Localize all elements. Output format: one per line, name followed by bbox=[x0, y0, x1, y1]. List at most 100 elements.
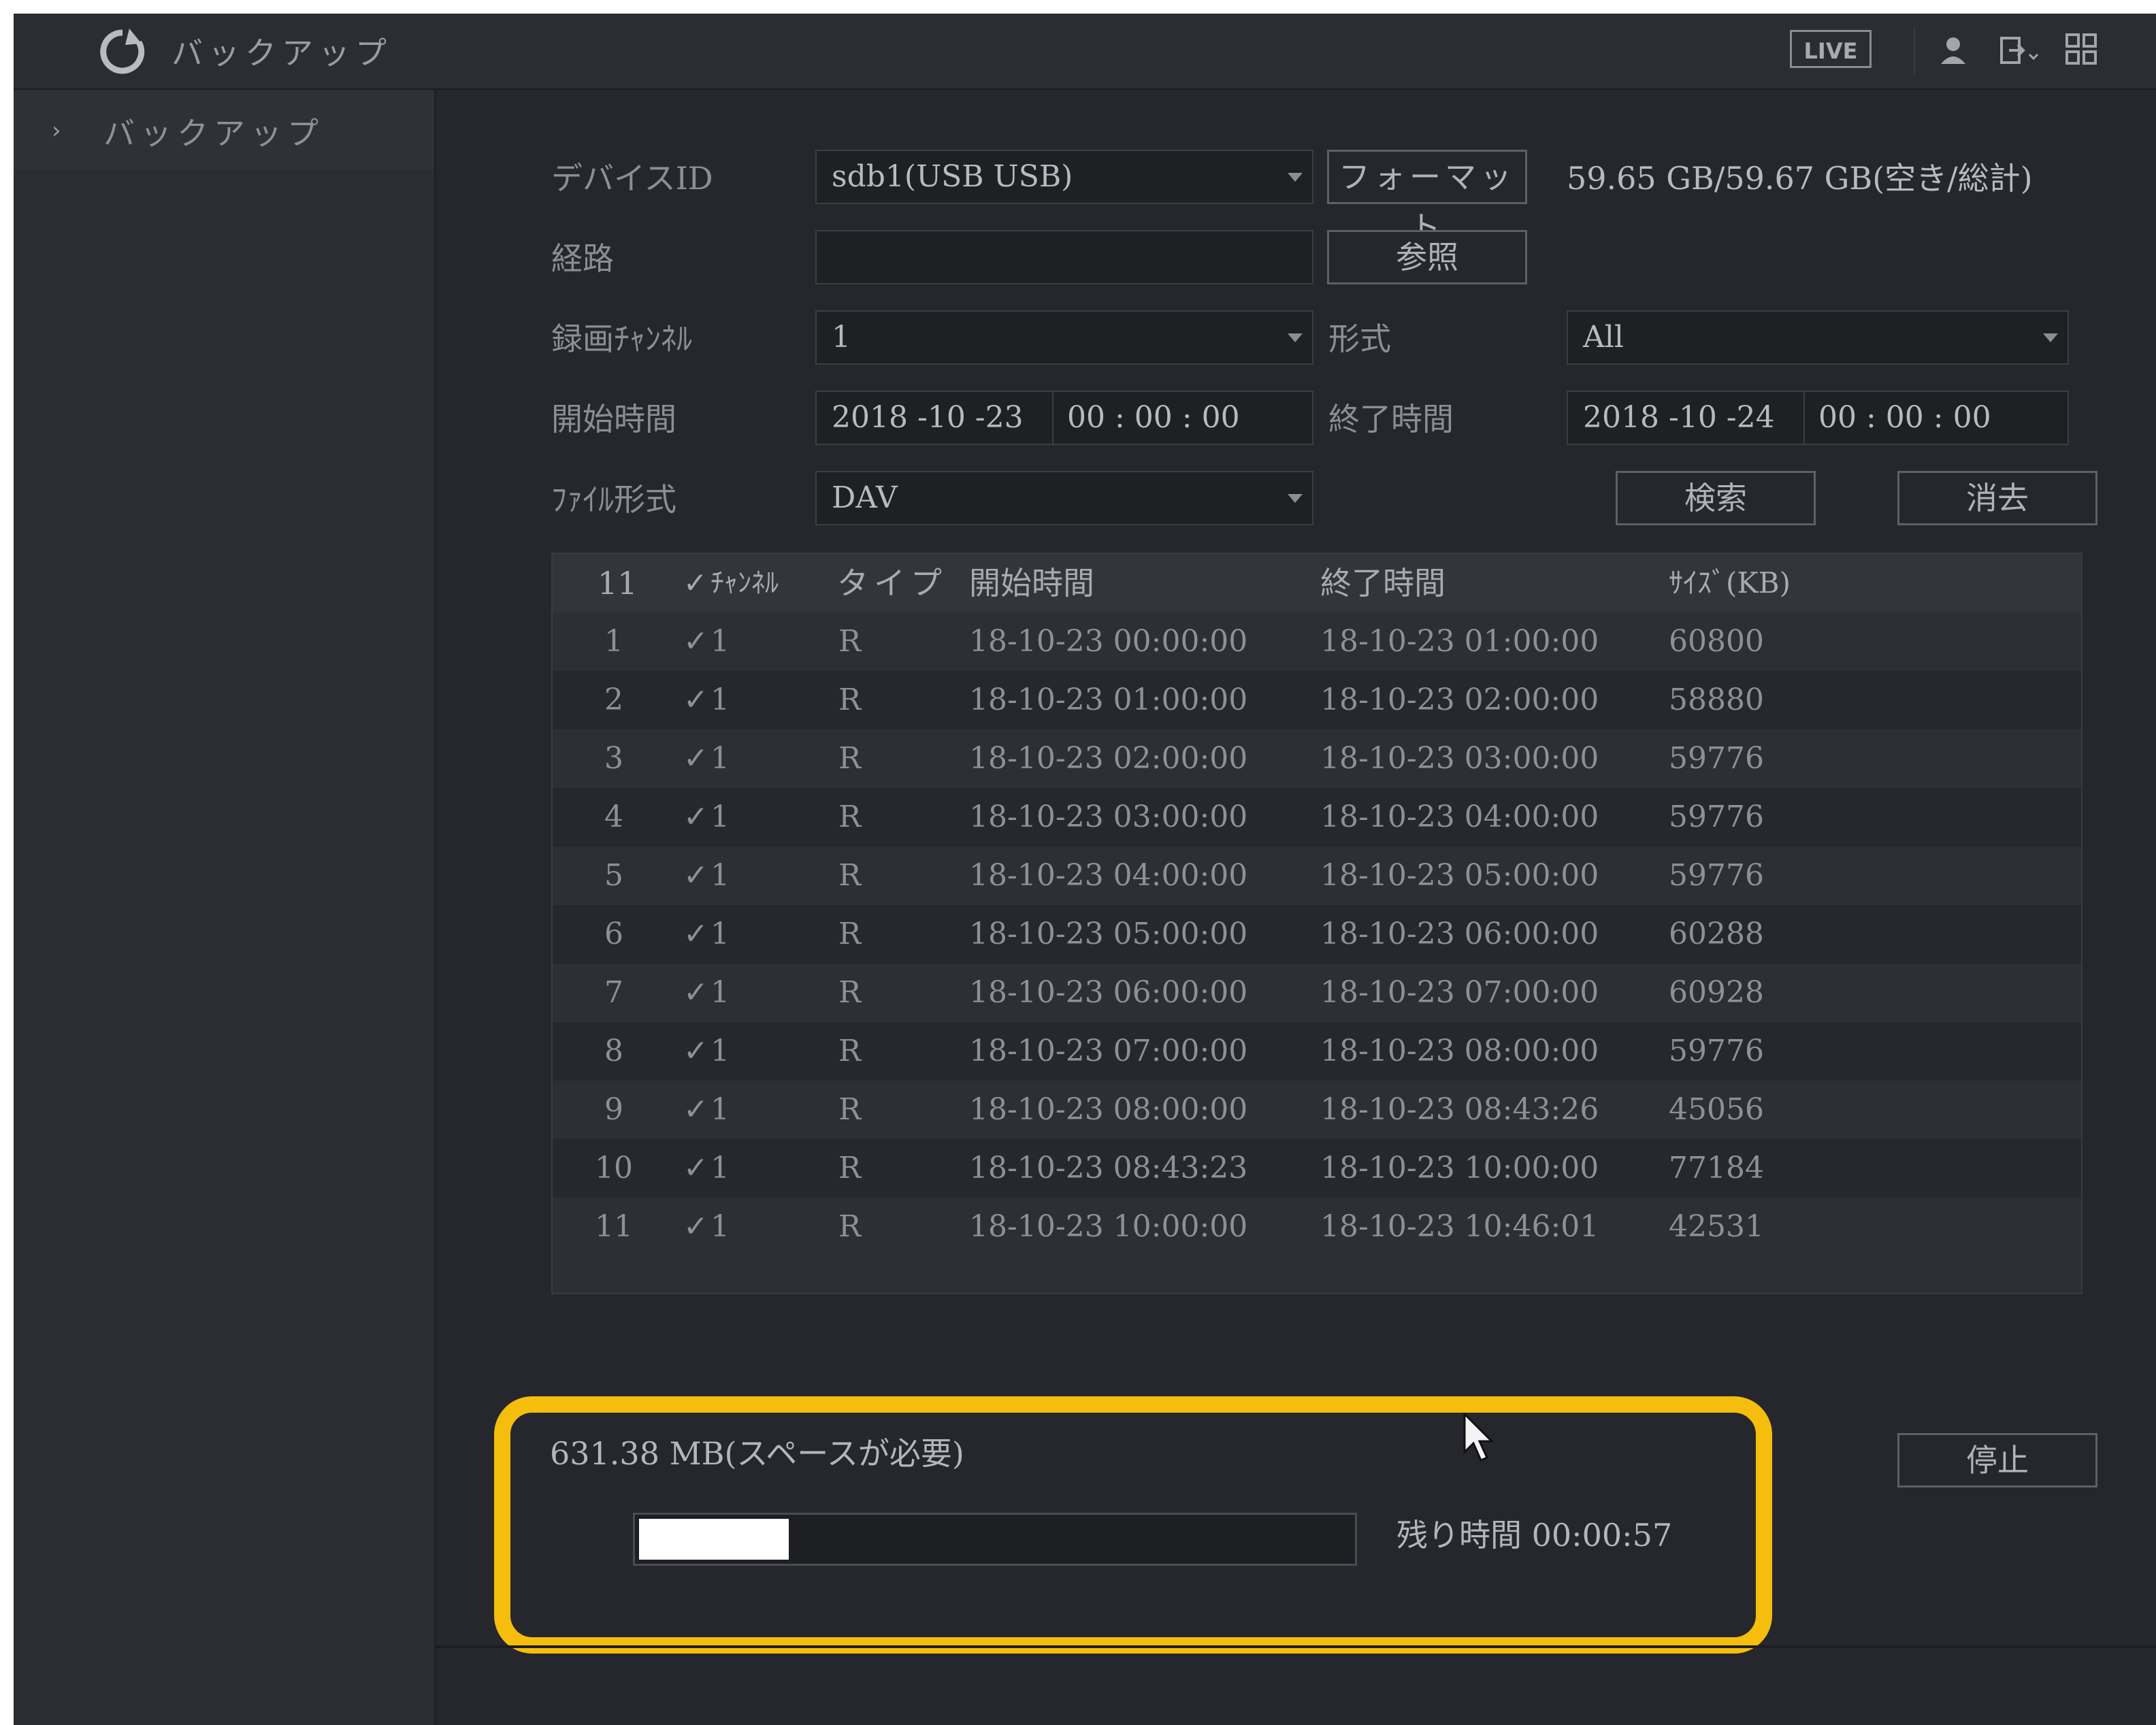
row-number: 5 bbox=[604, 858, 623, 893]
row-end-time: 18-10-23 10:46:01 bbox=[1320, 1209, 1599, 1244]
start-time-value[interactable]: 00 : 00 : 00 bbox=[1067, 392, 1240, 444]
row-end-time: 18-10-23 03:00:00 bbox=[1320, 741, 1599, 776]
user-icon[interactable] bbox=[1938, 35, 1968, 65]
header-channel: ﾁｬﾝﾈﾙ bbox=[710, 568, 779, 599]
row-type: R bbox=[838, 1034, 862, 1068]
row-number: 11 bbox=[595, 1209, 633, 1244]
row-number: 10 bbox=[595, 1151, 633, 1185]
row-type: R bbox=[838, 1209, 862, 1244]
row-end-time: 18-10-23 05:00:00 bbox=[1320, 858, 1599, 893]
device-id-label: デバイスID bbox=[551, 160, 713, 197]
file-format-select[interactable]: DAV bbox=[815, 471, 1313, 525]
channel-select[interactable]: 1 bbox=[815, 310, 1313, 365]
row-number: 2 bbox=[604, 683, 623, 717]
field-divider bbox=[1803, 392, 1805, 444]
row-size: 60928 bbox=[1669, 975, 1764, 1010]
end-time-value[interactable]: 00 : 00 : 00 bbox=[1818, 392, 1991, 444]
row-size: 60288 bbox=[1669, 917, 1764, 951]
table-row[interactable]: 4 ✓ 1 R 18-10-23 03:00:00 18-10-23 04:00:00 59… bbox=[553, 788, 2081, 847]
header-size: ｻｲｽﾞ(KB) bbox=[1669, 566, 1791, 599]
row-end-time: 18-10-23 06:00:00 bbox=[1320, 917, 1599, 951]
row-start-time: 18-10-23 05:00:00 bbox=[969, 917, 1248, 951]
bottom-divider bbox=[436, 1645, 2156, 1648]
table-row[interactable]: 8 ✓ 1 R 18-10-23 07:00:00 18-10-23 08:00:00 59… bbox=[553, 1022, 2081, 1081]
format-button[interactable]: フォーマット bbox=[1327, 150, 1527, 246]
table-row[interactable]: 9 ✓ 1 R 18-10-23 08:00:00 18-10-23 08:43:26 45… bbox=[553, 1081, 2081, 1139]
start-datetime-input[interactable]: 2018 -10 -23 00 : 00 : 00 bbox=[815, 391, 1313, 445]
type-select[interactable]: All bbox=[1567, 310, 2069, 365]
row-end-time: 18-10-23 10:00:00 bbox=[1320, 1151, 1599, 1185]
checkbox-checked-icon[interactable]: ✓ bbox=[683, 905, 708, 964]
table-row[interactable]: 2 ✓ 1 R 18-10-23 01:00:00 18-10-23 02:00:00 58… bbox=[553, 671, 2081, 729]
checkbox-checked-icon[interactable]: ✓ bbox=[683, 1139, 708, 1198]
clear-button[interactable]: 消去 bbox=[1897, 471, 2097, 525]
table-row[interactable]: 1 ✓ 1 R 18-10-23 00:00:00 18-10-23 01:00:00 60… bbox=[553, 612, 2081, 671]
checkbox-checked-icon[interactable]: ✓ bbox=[683, 612, 708, 671]
end-date-value[interactable]: 2018 -10 -24 bbox=[1583, 392, 1775, 444]
row-channel: 1 bbox=[710, 683, 730, 717]
row-channel: 1 bbox=[710, 624, 730, 659]
row-channel: 1 bbox=[710, 741, 730, 776]
grid-icon[interactable] bbox=[2065, 33, 2097, 67]
checkbox-checked-icon[interactable]: ✓ bbox=[683, 729, 708, 788]
sidebar-item-backup[interactable]: › バックアップ bbox=[14, 90, 434, 170]
row-number: 9 bbox=[604, 1092, 623, 1127]
device-id-value: sdb1(USB USB) bbox=[832, 159, 1073, 194]
row-type: R bbox=[838, 858, 862, 893]
path-input[interactable] bbox=[815, 230, 1313, 284]
row-end-time: 18-10-23 08:43:26 bbox=[1320, 1092, 1599, 1127]
row-size: 58880 bbox=[1669, 683, 1764, 717]
highlight-frame bbox=[494, 1396, 1772, 1654]
row-number: 3 bbox=[604, 741, 623, 776]
row-type: R bbox=[838, 1092, 862, 1127]
row-end-time: 18-10-23 02:00:00 bbox=[1320, 683, 1599, 717]
header-end-time: 終了時間 bbox=[1320, 565, 1446, 602]
row-start-time: 18-10-23 08:43:23 bbox=[969, 1151, 1248, 1185]
row-channel: 1 bbox=[710, 800, 730, 834]
row-start-time: 18-10-23 07:00:00 bbox=[969, 1034, 1248, 1068]
end-datetime-input[interactable]: 2018 -10 -24 00 : 00 : 00 bbox=[1567, 391, 2069, 445]
dropdown-caret-icon bbox=[1288, 333, 1303, 342]
header-type: タイプ bbox=[837, 565, 947, 602]
row-size: 59776 bbox=[1669, 1034, 1764, 1068]
dropdown-caret-icon bbox=[2043, 333, 2058, 342]
checkbox-checked-icon[interactable]: ✓ bbox=[683, 671, 708, 729]
checkbox-checked-icon[interactable]: ✓ bbox=[683, 788, 708, 847]
row-start-time: 18-10-23 06:00:00 bbox=[969, 975, 1248, 1010]
table-row[interactable]: 7 ✓ 1 R 18-10-23 06:00:00 18-10-23 07:00:00 60… bbox=[553, 964, 2081, 1022]
logout-icon[interactable] bbox=[1999, 35, 2040, 65]
checkbox-checked-icon[interactable]: ✓ bbox=[683, 847, 708, 905]
table-row[interactable]: 10 ✓ 1 R 18-10-23 08:43:23 18-10-23 10:00:00 7… bbox=[553, 1139, 2081, 1198]
row-size: 59776 bbox=[1669, 741, 1764, 776]
row-start-time: 18-10-23 08:00:00 bbox=[969, 1092, 1248, 1127]
field-divider bbox=[1052, 392, 1054, 444]
row-type: R bbox=[838, 683, 862, 717]
refresh-icon bbox=[100, 29, 145, 74]
live-button[interactable]: LIVE bbox=[1790, 30, 1872, 68]
checkbox-checked-icon[interactable]: ✓ bbox=[683, 964, 708, 1022]
row-end-time: 18-10-23 07:00:00 bbox=[1320, 975, 1599, 1010]
row-start-time: 18-10-23 10:00:00 bbox=[969, 1209, 1248, 1244]
row-number: 6 bbox=[604, 917, 623, 951]
row-number: 8 bbox=[604, 1034, 623, 1068]
checkbox-checked-icon[interactable]: ✓ bbox=[683, 1022, 708, 1081]
row-channel: 1 bbox=[710, 1151, 730, 1185]
header-count: 11 bbox=[598, 565, 638, 602]
channel-label: 録画ﾁｬﾝﾈﾙ bbox=[551, 321, 692, 357]
row-type: R bbox=[838, 917, 862, 951]
table-header: 11 ✓ ﾁｬﾝﾈﾙ タイプ 開始時間 終了時間 ｻｲｽﾞ(KB) bbox=[553, 554, 2081, 612]
table-row[interactable]: 5 ✓ 1 R 18-10-23 04:00:00 18-10-23 05:00:00 59… bbox=[553, 847, 2081, 905]
device-id-select[interactable]: sdb1(USB USB) bbox=[815, 150, 1313, 204]
start-date-value[interactable]: 2018 -10 -23 bbox=[832, 392, 1024, 444]
checkbox-checked-icon[interactable]: ✓ bbox=[683, 1081, 708, 1139]
table-row[interactable]: 3 ✓ 1 R 18-10-23 02:00:00 18-10-23 03:00:00 59… bbox=[553, 729, 2081, 788]
stop-button[interactable]: 停止 bbox=[1897, 1433, 2097, 1488]
row-channel: 1 bbox=[710, 975, 730, 1010]
search-button[interactable]: 検索 bbox=[1616, 471, 1816, 525]
header-start-time: 開始時間 bbox=[969, 565, 1094, 602]
checkbox-checked-icon[interactable]: ✓ bbox=[683, 1198, 708, 1256]
table-row[interactable]: 6 ✓ 1 R 18-10-23 05:00:00 18-10-23 06:00:00 60… bbox=[553, 905, 2081, 964]
select-all-checkbox[interactable]: ✓ bbox=[683, 554, 707, 612]
browse-button[interactable]: 参照 bbox=[1327, 230, 1527, 284]
table-row[interactable]: 11 ✓ 1 R 18-10-23 10:00:00 18-10-23 10:46:01 4… bbox=[553, 1198, 2081, 1256]
